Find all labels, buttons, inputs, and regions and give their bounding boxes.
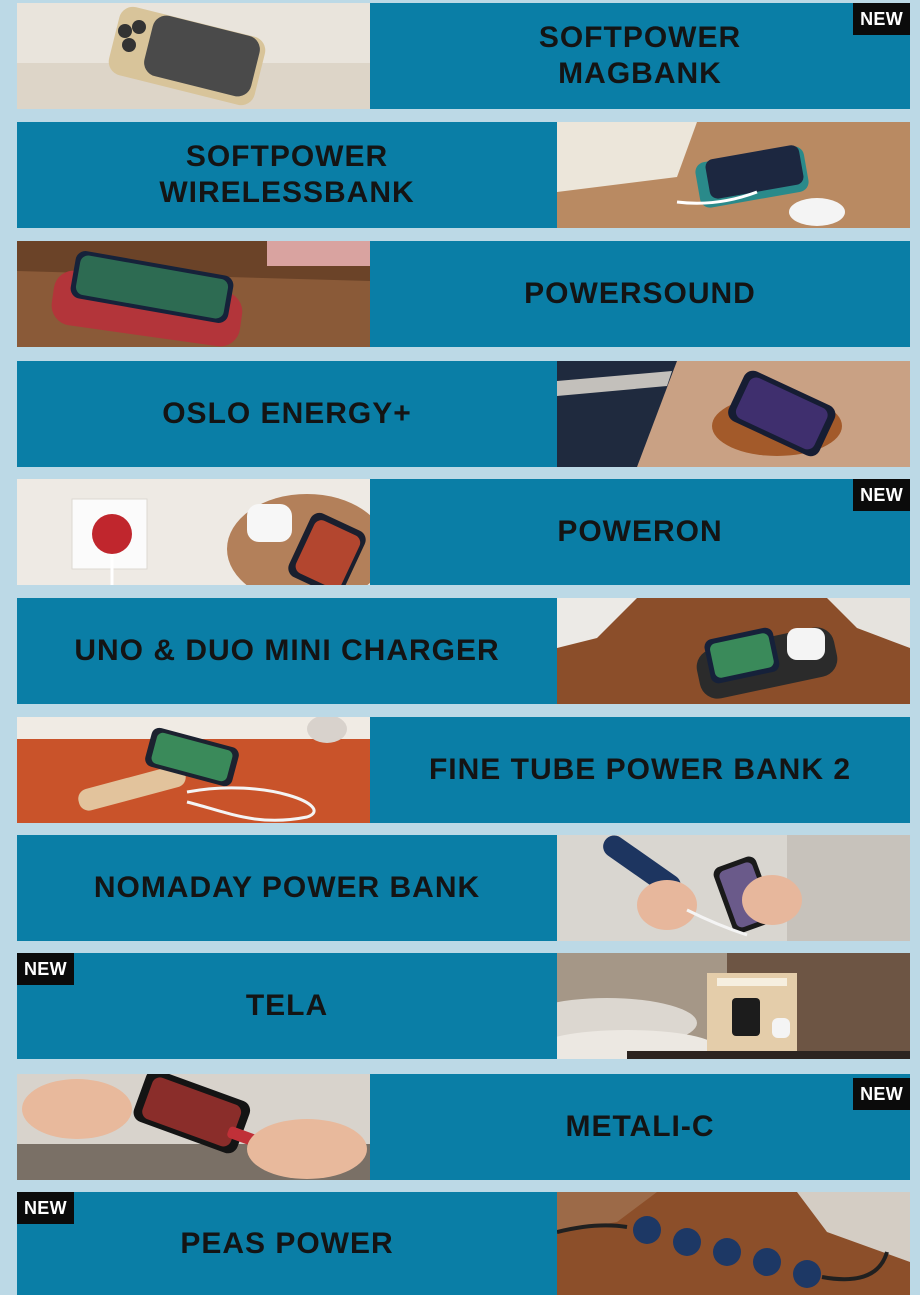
product-card-softpower-wirelessbank[interactable]: SOFTPOWER WIRELESSBANK xyxy=(17,122,910,228)
product-name: METALI-C xyxy=(565,1110,715,1143)
new-badge: NEW xyxy=(853,479,910,511)
duo-charger-on-wood-photo[interactable] xyxy=(557,598,910,704)
product-card-peas-power[interactable]: PEAS POWER NEW xyxy=(17,1192,910,1295)
product-name: OSLO ENERGY+ xyxy=(162,397,412,430)
product-card-metali-c[interactable]: METALI-C NEW xyxy=(17,1074,910,1180)
product-card-nomaday-power-bank[interactable]: NOMADAY POWER BANK xyxy=(17,835,910,941)
product-card-uno-duo-mini-charger[interactable]: UNO & DUO MINI CHARGER xyxy=(17,598,910,704)
power-bank-on-phone-photo[interactable] xyxy=(17,3,370,109)
bedside-charging-lamp-photo[interactable] xyxy=(557,953,910,1059)
new-badge: NEW xyxy=(853,1078,910,1110)
product-name: UNO & DUO MINI CHARGER xyxy=(74,634,500,667)
new-badge: NEW xyxy=(17,953,74,985)
product-card-tela[interactable]: TELA NEW xyxy=(17,953,910,1059)
blue-power-strip-photo[interactable] xyxy=(557,1192,910,1295)
product-card-oslo-energy[interactable]: OSLO ENERGY+ xyxy=(17,361,910,467)
wireless-bank-on-desk-photo[interactable] xyxy=(557,122,910,228)
new-badge: NEW xyxy=(853,3,910,35)
product-card-poweron[interactable]: POWERON NEW xyxy=(17,479,910,585)
product-name: SOFTPOWER MAGBANK xyxy=(538,21,742,90)
product-name: NOMADAY POWER BANK xyxy=(93,871,481,904)
product-name: TELA xyxy=(245,989,329,1022)
product-card-fine-tube-power-bank-2[interactable]: FINE TUBE POWER BANK 2 xyxy=(17,717,910,823)
product-name: PEAS POWER xyxy=(180,1226,394,1260)
product-card-softpower-magbank[interactable]: SOFTPOWER MAGBANK NEW xyxy=(17,3,910,109)
product-name: SOFTPOWER WIRELESSBANK xyxy=(159,140,415,209)
wall-charger-and-earbuds-photo[interactable] xyxy=(17,479,370,585)
new-badge: NEW xyxy=(17,1192,74,1224)
product-name: FINE TUBE POWER BANK 2 xyxy=(428,753,852,786)
product-name: POWERON xyxy=(557,515,723,548)
product-card-powersound[interactable]: POWERSOUND xyxy=(17,241,910,347)
hand-plugging-cable-photo[interactable] xyxy=(17,1074,370,1180)
hands-holding-power-bank-photo[interactable] xyxy=(557,835,910,941)
phone-on-leather-charger-photo[interactable] xyxy=(557,361,910,467)
product-name: POWERSOUND xyxy=(524,277,756,310)
phone-on-red-speaker-photo[interactable] xyxy=(17,241,370,347)
tube-power-bank-orange-table-photo[interactable] xyxy=(17,717,370,823)
